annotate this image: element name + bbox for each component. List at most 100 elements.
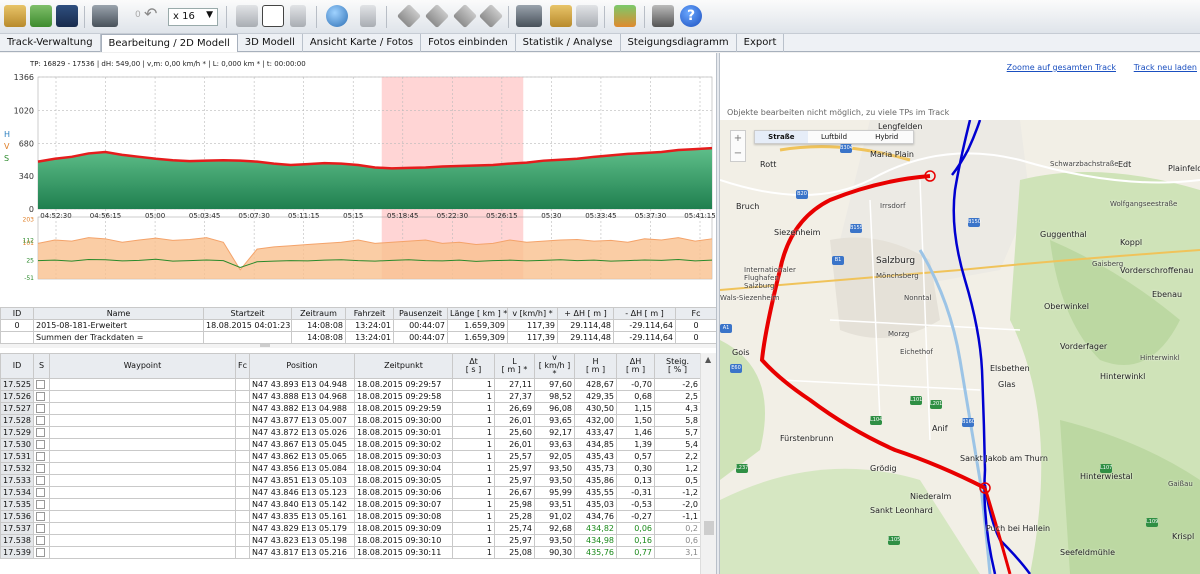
open-folder-icon[interactable] [4,5,26,27]
row-checkbox[interactable] [36,512,45,521]
photo-icon[interactable] [550,5,572,27]
waypoint-scroll-thumb[interactable] [704,521,714,535]
settings-tools-icon[interactable] [652,5,674,27]
tab-2[interactable]: 3D Modell [238,34,303,52]
waypoint-col-header[interactable]: v [ km/h ] * [534,353,575,379]
waypoint-row[interactable]: 17.533 N47 43.851 E13 05.103 18.08.2015 09… [0,474,701,487]
gps-device-icon[interactable] [92,5,118,27]
waypoint-row[interactable]: 17.535 N47 43.840 E13 05.142 18.08.2015 09… [0,498,701,511]
row-checkbox[interactable] [36,476,45,485]
track-col-header[interactable]: Startzeit [203,307,292,320]
waypoint-select-cell[interactable] [33,426,50,439]
bin-icon[interactable] [360,5,376,27]
waypoint-col-header[interactable]: Δt [ s ] [452,353,495,379]
row-checkbox[interactable] [36,524,45,533]
map-type-2[interactable]: Hybrid [860,131,913,143]
track-col-header[interactable]: ID [0,307,34,320]
waypoint-select-cell[interactable] [33,522,50,535]
waypoint-col-header[interactable]: S [33,353,50,379]
track-col-header[interactable]: Pausenzeit [393,307,448,320]
waypoint-row[interactable]: 17.539 N47 43.817 E13 05.216 18.08.2015 09… [0,546,701,559]
waypoint-col-header[interactable]: ID [0,353,34,379]
waypoint-col-header[interactable]: Steig. [ % ] [654,353,701,379]
waypoint-row[interactable]: 17.530 N47 43.867 E13 05.045 18.08.2015 09… [0,438,701,451]
track-col-header[interactable]: + ΔH [ m ] [557,307,614,320]
tab-6[interactable]: Steigungsdiagramm [621,34,737,52]
zoom-out-button[interactable]: − [731,146,745,161]
waypoint-row[interactable]: 17.531 N47 43.862 E13 05.065 18.08.2015 09… [0,450,701,463]
waypoint-select-cell[interactable] [33,438,50,451]
zoom-to-track-link[interactable]: Zoome auf gesamten Track [1007,63,1116,72]
tab-3[interactable]: Ansicht Karte / Fotos [303,34,422,52]
tab-5[interactable]: Statistik / Analyse [516,34,621,52]
track-col-header[interactable]: Name [33,307,204,320]
zoom-select[interactable]: x 16 ▼ [168,8,218,26]
row-checkbox[interactable] [36,440,45,449]
help-icon[interactable]: ? [680,5,702,27]
track-col-header[interactable]: v [km/h] * [507,307,558,320]
track-col-header[interactable]: Länge [ km ] * [447,307,508,320]
edit-icon[interactable] [236,5,258,27]
waypoint-row[interactable]: 17.529 N47 43.872 E13 05.026 18.08.2015 09… [0,426,701,439]
tool-b-icon[interactable] [424,3,450,29]
reload-track-link[interactable]: Track neu laden [1134,63,1197,72]
tab-1[interactable]: Bearbeitung / 2D Modell [100,34,238,52]
tab-4[interactable]: Fotos einbinden [421,34,516,52]
row-checkbox[interactable] [36,380,45,389]
waypoint-select-cell[interactable] [33,534,50,547]
waypoint-row[interactable]: 17.532 N47 43.856 E13 05.084 18.08.2015 09… [0,462,701,475]
undo-icon[interactable]: ↶ [144,4,157,23]
waypoint-scrollbar[interactable]: ▲ [700,353,716,574]
waypoint-select-cell[interactable] [33,486,50,499]
waypoint-select-cell[interactable] [33,510,50,523]
track-row[interactable]: 0 2015-08-181-Erweitert 18.08.2015 04:01:2… [0,319,717,332]
map-type-switcher[interactable]: Straße Luftbild Hybrid [754,130,914,144]
waypoint-col-header[interactable]: Fc [235,353,250,379]
track-col-header[interactable]: Fc [675,307,717,320]
statistics-icon[interactable] [614,5,636,27]
row-checkbox[interactable] [36,536,45,545]
save-icon[interactable] [56,5,78,27]
tool-c-icon[interactable] [452,3,478,29]
row-checkbox[interactable] [36,452,45,461]
waypoint-select-cell[interactable] [33,378,50,391]
map-type-1[interactable]: Luftbild [808,131,861,143]
row-checkbox[interactable] [36,464,45,473]
waypoint-row[interactable]: 17.536 N47 43.835 E13 05.161 18.08.2015 09… [0,510,701,523]
waypoint-row[interactable]: 17.528 N47 43.877 E13 05.007 18.08.2015 09… [0,414,701,427]
waypoint-col-header[interactable]: ΔH [ m ] [616,353,655,379]
waypoint-col-header[interactable]: Waypoint [49,353,236,379]
zoom-in-button[interactable]: + [731,131,745,146]
map-type-0[interactable]: Straße [755,131,808,143]
track-col-header[interactable]: Fahrzeit [345,307,394,320]
globe-icon[interactable] [326,5,348,27]
row-checkbox[interactable] [36,416,45,425]
waypoint-select-cell[interactable] [33,414,50,427]
waypoint-row[interactable]: 17.534 N47 43.846 E13 05.123 18.08.2015 09… [0,486,701,499]
waypoint-row[interactable]: 17.538 N47 43.823 E13 05.198 18.08.2015 09… [0,534,701,547]
document-icon[interactable] [262,5,284,27]
waypoint-select-cell[interactable] [33,474,50,487]
waypoint-row[interactable]: 17.527 N47 43.882 E13 04.988 18.08.2015 09… [0,402,701,415]
export-icon[interactable] [576,5,598,27]
trash-icon[interactable] [290,5,306,27]
waypoint-col-header[interactable]: Position [249,353,355,379]
waypoint-select-cell[interactable] [33,402,50,415]
row-checkbox[interactable] [36,488,45,497]
track-col-header[interactable]: Zeitraum [291,307,346,320]
tab-0[interactable]: Track-Verwaltung [0,34,101,52]
waypoint-row[interactable]: 17.537 N47 43.829 E13 05.179 18.08.2015 09… [0,522,701,535]
track-map[interactable]: + − Straße Luftbild Hybrid Lengfelden Rott Ma… [720,120,1200,574]
track-col-header[interactable]: - ΔH [ m ] [613,307,676,320]
map-zoom-control[interactable]: + − [730,130,746,162]
row-checkbox[interactable] [36,548,45,557]
tool-d-icon[interactable] [478,3,504,29]
open-recent-icon[interactable] [30,5,52,27]
waypoint-select-cell[interactable] [33,390,50,403]
waypoint-col-header[interactable]: Zeitpunkt [354,353,453,379]
waypoint-select-cell[interactable] [33,462,50,475]
scroll-up-icon[interactable]: ▲ [705,355,711,364]
tab-7[interactable]: Export [737,34,785,52]
row-checkbox[interactable] [36,428,45,437]
waypoint-select-cell[interactable] [33,498,50,511]
